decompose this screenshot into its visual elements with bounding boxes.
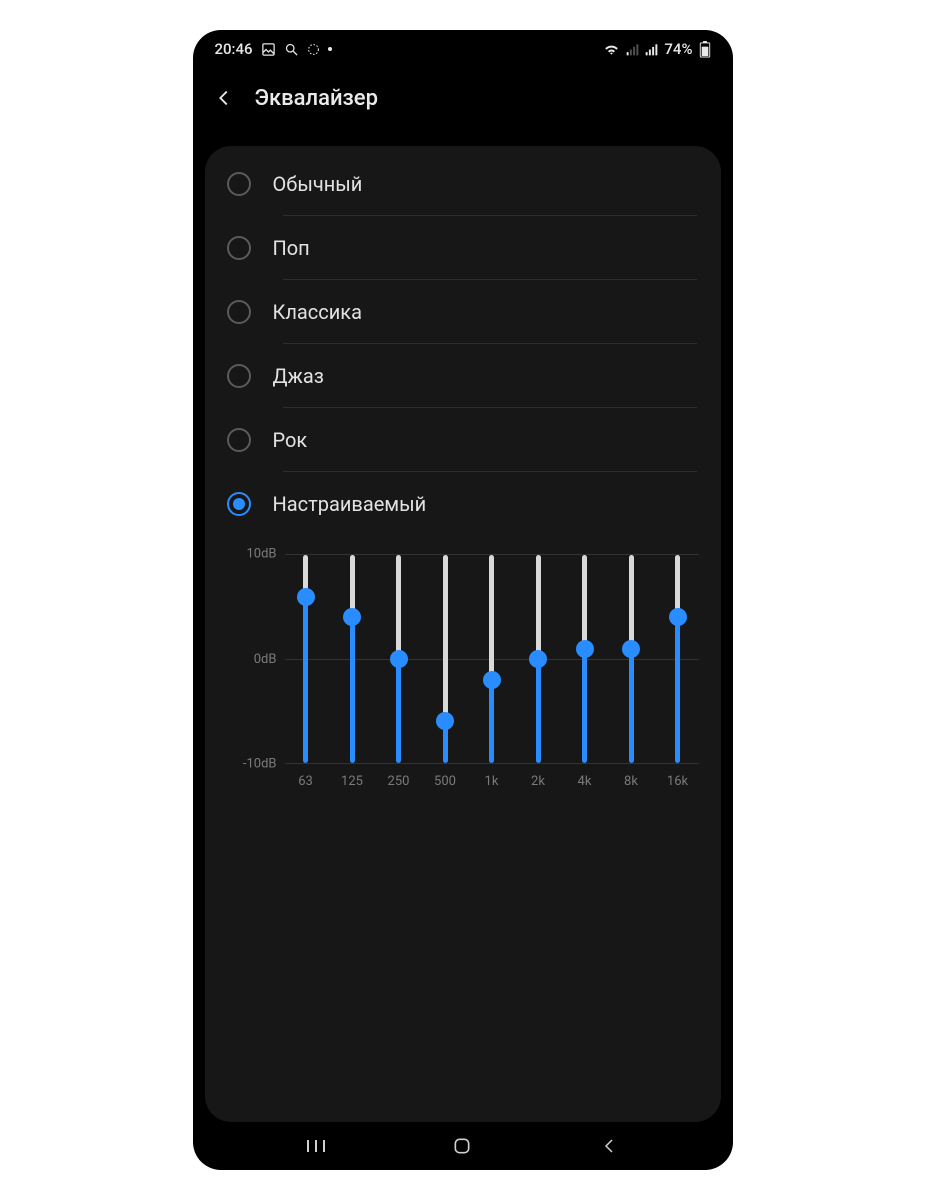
gallery-icon <box>261 42 276 57</box>
wifi-icon <box>603 42 620 56</box>
eq-slider-16k[interactable] <box>667 555 689 763</box>
eq-y-axis: 10dB 0dB -10dB <box>227 554 285 764</box>
phone-frame: 20:46 <box>193 30 733 1170</box>
home-icon <box>452 1136 472 1156</box>
slider-thumb[interactable] <box>483 671 501 689</box>
recents-icon <box>306 1138 326 1154</box>
signal-2-icon <box>645 43 658 56</box>
eq-slider-250[interactable] <box>388 555 410 763</box>
chevron-left-icon <box>600 1137 618 1155</box>
settings-card: Обычный Поп Классика Джаз Рок Настраиваемый 1… <box>205 146 721 1122</box>
eq-slider-1k[interactable] <box>481 555 503 763</box>
chevron-left-icon <box>213 87 235 109</box>
preset-label: Поп <box>273 236 310 260</box>
header: Эквалайзер <box>193 68 733 128</box>
preset-pop[interactable]: Поп <box>205 216 721 280</box>
preset-label: Джаз <box>273 364 324 388</box>
preset-classic[interactable]: Классика <box>205 280 721 344</box>
preset-label: Обычный <box>273 172 363 196</box>
preset-label: Настраиваемый <box>273 492 427 516</box>
slider-thumb[interactable] <box>297 588 315 606</box>
radio-button[interactable] <box>227 172 251 196</box>
eq-slider-8k[interactable] <box>620 555 642 763</box>
search-icon <box>284 42 299 57</box>
home-button[interactable] <box>432 1130 492 1162</box>
radio-button[interactable] <box>227 364 251 388</box>
eq-x-label: 2k <box>527 774 549 789</box>
preset-custom[interactable]: Настраиваемый <box>205 472 721 536</box>
radio-button[interactable] <box>227 300 251 324</box>
eq-x-axis: 63 125 250 500 1k 2k 4k 8k 16k <box>227 774 699 789</box>
preset-normal[interactable]: Обычный <box>205 152 721 216</box>
eq-slider-2k[interactable] <box>527 555 549 763</box>
preset-rock[interactable]: Рок <box>205 408 721 472</box>
preset-jazz[interactable]: Джаз <box>205 344 721 408</box>
preset-label: Рок <box>273 428 308 452</box>
eq-x-label: 500 <box>434 774 456 789</box>
dot-icon <box>328 47 332 51</box>
eq-x-label: 63 <box>295 774 317 789</box>
page-title: Эквалайзер <box>255 86 378 111</box>
slider-thumb[interactable] <box>669 608 687 626</box>
battery-icon <box>699 41 711 58</box>
eq-slider-4k[interactable] <box>574 555 596 763</box>
radio-button[interactable] <box>227 236 251 260</box>
slider-thumb[interactable] <box>436 712 454 730</box>
signal-1-icon <box>626 43 639 56</box>
loading-icon <box>307 43 320 56</box>
eq-x-label: 250 <box>388 774 410 789</box>
radio-button[interactable] <box>227 492 251 516</box>
slider-thumb[interactable] <box>622 640 640 658</box>
nav-back-button[interactable] <box>579 1130 639 1162</box>
slider-thumb[interactable] <box>343 608 361 626</box>
preset-label: Классика <box>273 300 362 324</box>
eq-plot <box>285 554 699 764</box>
slider-thumb[interactable] <box>390 650 408 668</box>
slider-thumb[interactable] <box>529 650 547 668</box>
status-bar: 20:46 <box>193 30 733 68</box>
eq-x-label: 1k <box>481 774 503 789</box>
eq-slider-500[interactable] <box>434 555 456 763</box>
recents-button[interactable] <box>286 1130 346 1162</box>
eq-y-label: 10dB <box>227 547 277 562</box>
nav-bar <box>193 1122 733 1170</box>
battery-text: 74% <box>664 40 692 58</box>
eq-y-label: -10dB <box>227 757 277 772</box>
status-time: 20:46 <box>215 40 253 58</box>
radio-button[interactable] <box>227 428 251 452</box>
eq-x-label: 4k <box>574 774 596 789</box>
eq-slider-63[interactable] <box>295 555 317 763</box>
eq-y-label: 0dB <box>227 652 277 667</box>
slider-thumb[interactable] <box>576 640 594 658</box>
equalizer-panel: 10dB 0dB -10dB 63 125 250 500 1k 2k 4k 8k 16k <box>205 536 721 809</box>
back-button[interactable] <box>207 81 241 115</box>
eq-x-label: 125 <box>341 774 363 789</box>
eq-x-label: 8k <box>620 774 642 789</box>
eq-x-label: 16k <box>667 774 689 789</box>
eq-slider-125[interactable] <box>341 555 363 763</box>
